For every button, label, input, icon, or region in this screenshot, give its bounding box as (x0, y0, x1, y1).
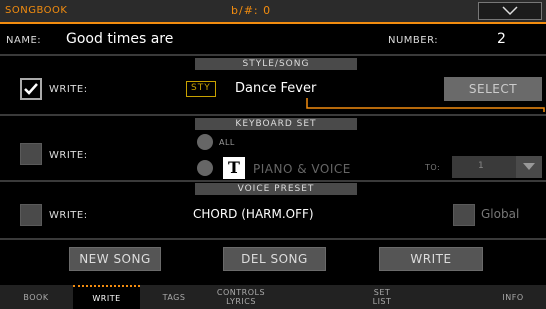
tab-book[interactable]: BOOK (0, 285, 72, 309)
global-label: Global (481, 207, 520, 221)
global-checkbox[interactable] (453, 204, 475, 226)
transpose-indicator: b/#: 0 (231, 4, 272, 17)
style-song-value: Dance Fever (235, 81, 317, 96)
voice-preset-header: VOICE PRESET (195, 183, 357, 195)
radio-all-label: ALL (219, 138, 235, 147)
name-label: NAME: (6, 35, 42, 46)
triangle-down-icon (523, 163, 535, 170)
page-menu-dropdown[interactable] (478, 2, 542, 20)
to-label: TO: (425, 163, 441, 172)
radio-piano-voice-label: PIANO & VOICE (253, 162, 351, 176)
tab-tags[interactable]: TAGS (141, 285, 207, 309)
tab-info[interactable]: INFO (480, 285, 546, 309)
radio-all[interactable] (197, 134, 213, 150)
tab-controls-lyrics[interactable]: CONTROLS LYRICS (208, 285, 274, 309)
song-number-field[interactable]: 2 (497, 31, 506, 47)
write-button[interactable]: WRITE (379, 247, 483, 271)
number-label: NUMBER: (388, 35, 439, 46)
divider (0, 114, 546, 116)
keyboard-set-write-checkbox[interactable] (20, 143, 42, 165)
chevron-down-icon (502, 6, 518, 16)
tab-write[interactable]: WRITE (73, 285, 140, 309)
keyboard-set-write-label: WRITE: (49, 150, 88, 161)
divider (0, 180, 546, 182)
voice-preset-value: CHORD (HARM.OFF) (193, 207, 314, 221)
del-song-button[interactable]: DEL SONG (223, 247, 326, 271)
app-title: SONGBOOK (5, 5, 68, 16)
tab-set-list[interactable]: SET LIST (349, 285, 415, 309)
style-song-write-checkbox[interactable] (20, 78, 42, 100)
style-badge: STY (186, 81, 216, 97)
keyboard-set-header: KEYBOARD SET (195, 118, 357, 130)
divider (0, 238, 546, 240)
style-song-write-label: WRITE: (49, 84, 88, 95)
divider (0, 54, 546, 56)
checkmark-icon (24, 83, 38, 95)
new-song-button[interactable]: NEW SONG (69, 247, 161, 271)
style-song-header: STYLE/SONG (195, 58, 357, 70)
voice-preset-write-checkbox[interactable] (20, 204, 42, 226)
header-accent-line (0, 22, 546, 24)
select-button[interactable]: SELECT (444, 77, 542, 101)
radio-piano-voice[interactable] (197, 160, 213, 176)
to-select-arrow[interactable] (516, 156, 542, 178)
voice-preset-write-label: WRITE: (49, 210, 88, 221)
piano-icon: T (223, 157, 245, 179)
song-name-field[interactable]: Good times are (66, 31, 173, 47)
top-bar: SONGBOOK b/#: 0 (0, 0, 546, 22)
to-select-value: 1 (478, 161, 484, 171)
tab-bar: BOOK WRITE TAGS CONTROLS LYRICS SET LIST… (0, 285, 546, 309)
to-select[interactable]: 1 (452, 156, 542, 178)
